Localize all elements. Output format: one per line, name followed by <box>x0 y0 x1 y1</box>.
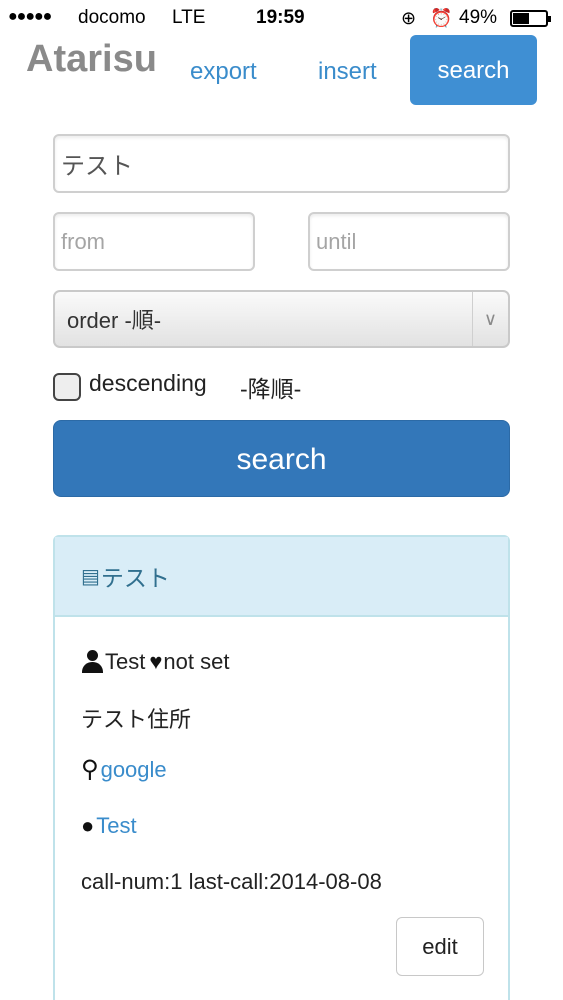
google-map-link[interactable]: google <box>101 757 167 783</box>
page: ●●●●● docomo LTE 19:59 ⊕ ⏰ 49% Atarisu e… <box>0 0 563 1000</box>
status-bar: ●●●●● docomo LTE 19:59 ⊕ ⏰ 49% <box>0 0 563 36</box>
result-panel: ▤ テスト Test ♥ not set テスト住所 ⚲ google ● Te… <box>53 535 510 1000</box>
person-icon <box>81 650 103 674</box>
list-icon: ▤ <box>81 565 100 588</box>
descending-label-ja: -降順- <box>240 376 302 402</box>
edit-button[interactable]: edit <box>396 917 484 976</box>
result-heart-status: not set <box>163 649 230 674</box>
heart-icon: ♥ <box>149 649 163 674</box>
order-select[interactable]: order -順- ∨ <box>53 290 510 348</box>
order-select-value: order -順- <box>67 308 162 333</box>
until-date-input[interactable]: until <box>308 212 510 271</box>
from-date-input[interactable]: from <box>53 212 255 271</box>
chevron-down-icon: ∨ <box>472 292 508 346</box>
result-person-name: Test <box>105 649 146 674</box>
keyword-input[interactable]: テスト <box>53 134 510 193</box>
result-call-info: call-num:1 last-call:2014-08-08 <box>81 869 382 894</box>
brand-logo[interactable]: Atarisu <box>26 38 157 81</box>
descending-checkbox[interactable] <box>53 373 81 401</box>
result-web-row: ● Test <box>81 813 137 839</box>
globe-icon: ● <box>81 813 95 838</box>
network-type: LTE <box>172 7 206 28</box>
clock-time: 19:59 <box>256 7 305 28</box>
nav-insert-link[interactable]: insert <box>318 58 377 86</box>
result-map-row: ⚲ google <box>81 755 167 784</box>
nav-search-tab[interactable]: search <box>410 35 537 105</box>
battery-percent: 49% <box>459 7 498 28</box>
signal-strength-icon: ●●●●● <box>8 8 52 25</box>
carrier-name: docomo <box>78 7 146 28</box>
map-pin-icon: ⚲ <box>81 756 99 783</box>
result-person-row: Test ♥ not set <box>81 649 229 675</box>
descending-label[interactable]: descending <box>89 370 207 397</box>
nav-export-link[interactable]: export <box>190 58 257 86</box>
search-button[interactable]: search <box>53 420 510 497</box>
result-address: テスト住所 <box>81 707 192 732</box>
result-panel-heading: ▤ テスト <box>55 537 508 617</box>
alarm-icon: ⏰ <box>430 8 453 28</box>
rotation-lock-icon: ⊕ <box>401 8 417 28</box>
result-title: テスト <box>100 565 170 591</box>
battery-icon <box>510 10 551 27</box>
website-link[interactable]: Test <box>96 813 136 839</box>
